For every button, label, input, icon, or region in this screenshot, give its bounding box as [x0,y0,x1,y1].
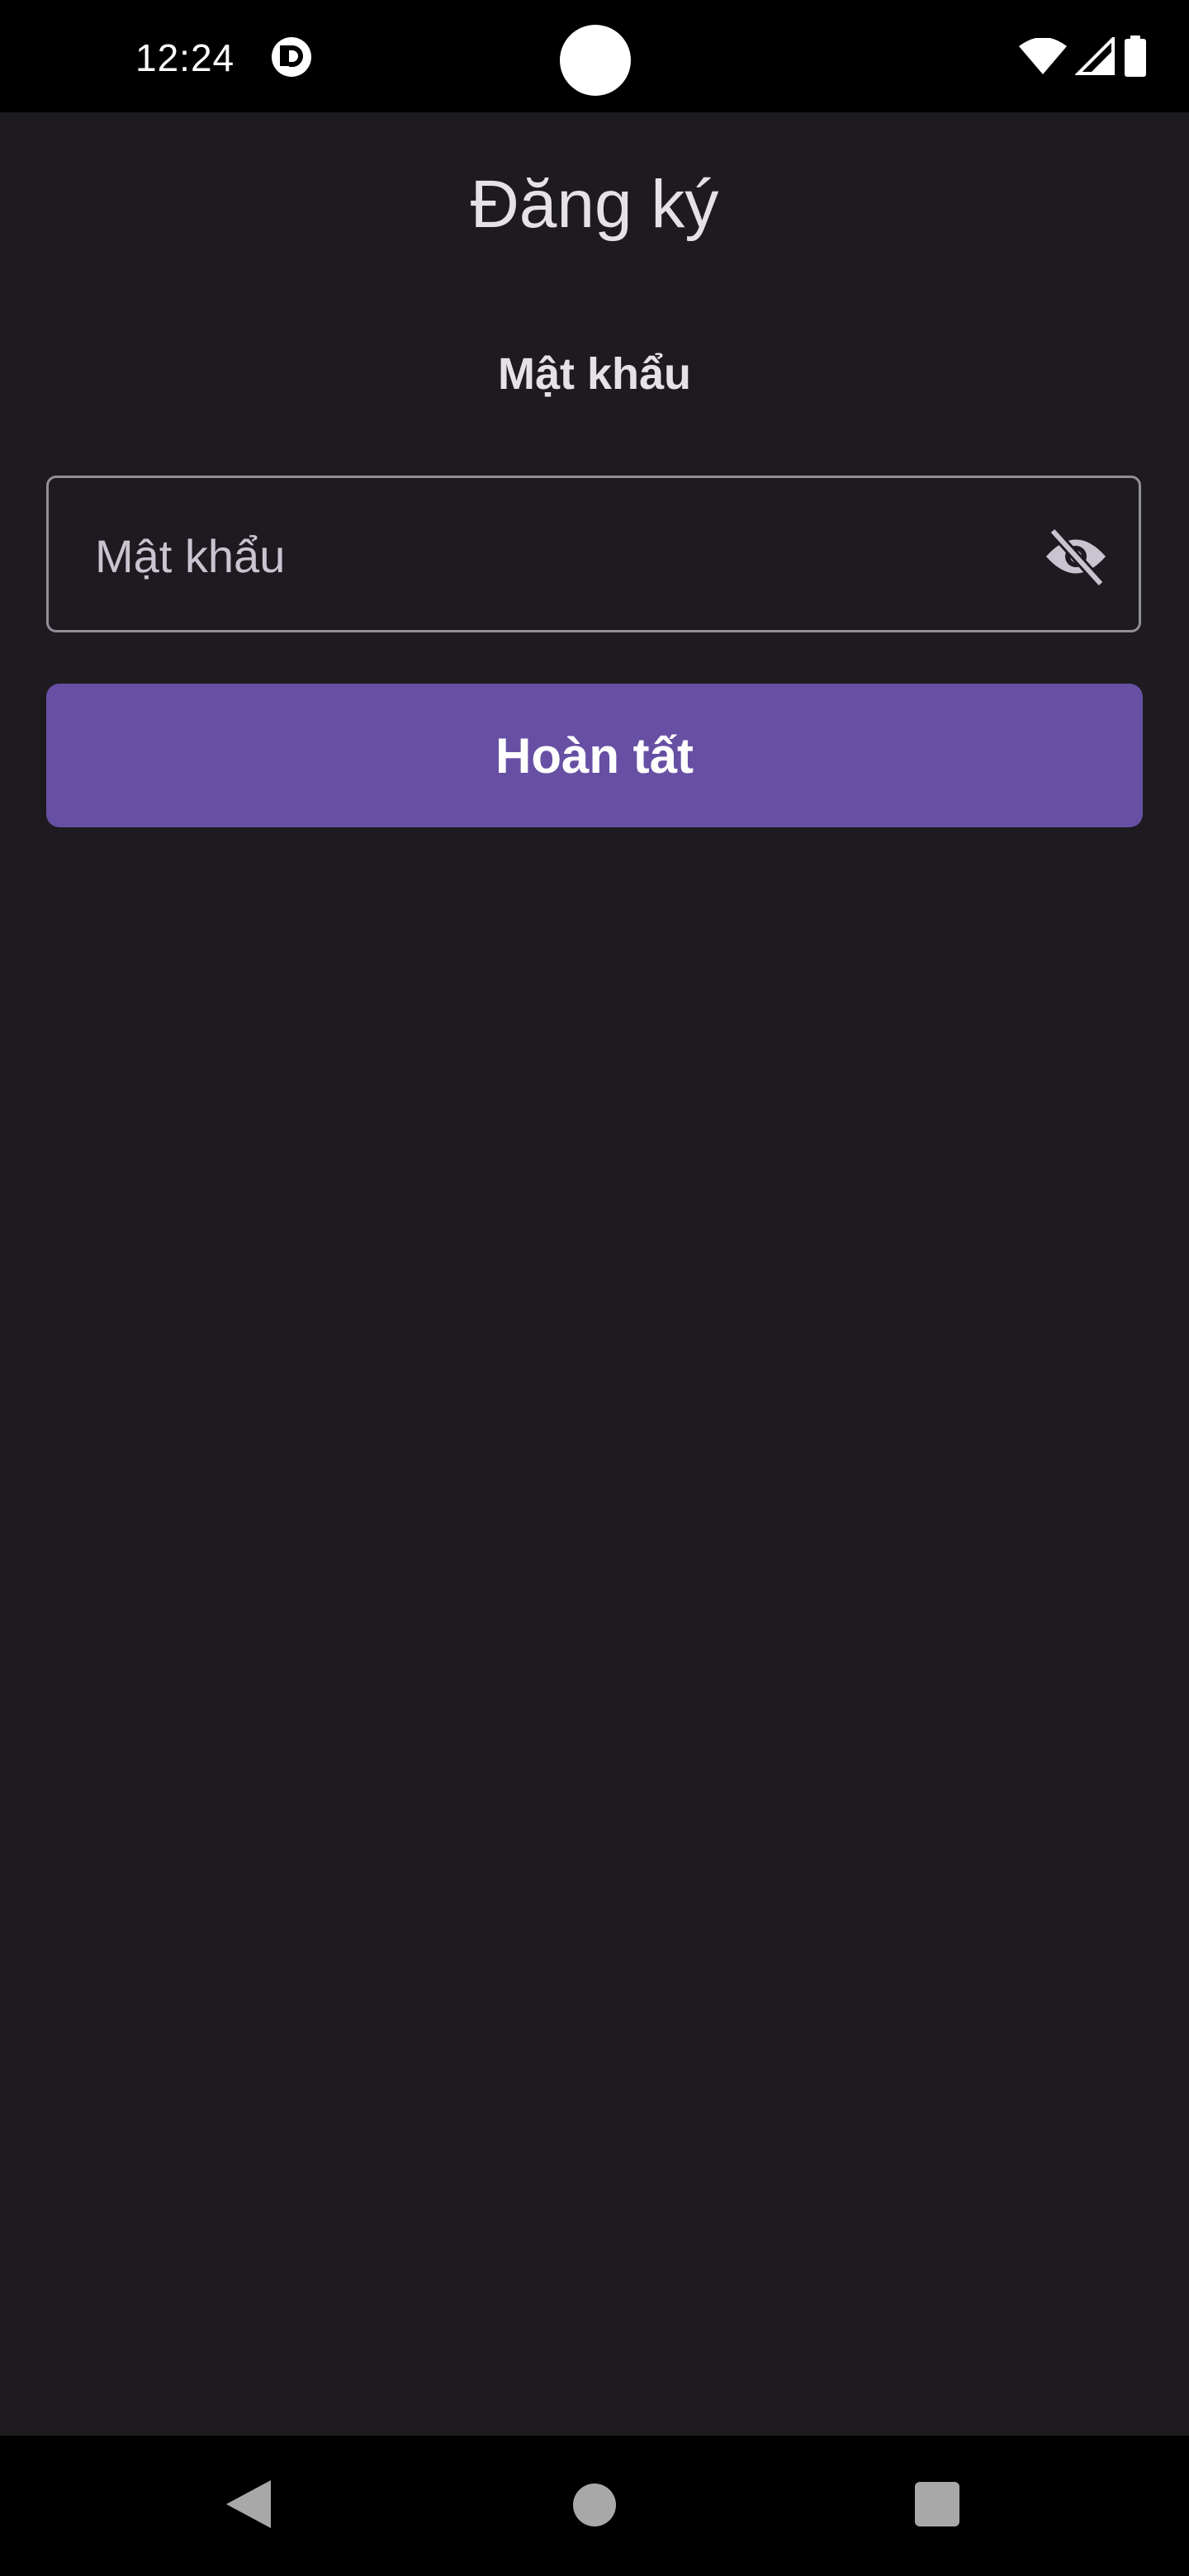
status-time: 12:24 [135,36,235,79]
app-screen: 12:24 Đăng ký Mật khẩu Mật khẩu Hoàn tất [0,0,1189,2576]
password-field[interactable]: Mật khẩu [46,476,1141,632]
password-placeholder: Mật khẩu [95,530,286,582]
recents-square-icon[interactable] [915,2482,959,2526]
navigation-bar [0,2436,1189,2576]
back-triangle-icon[interactable] [223,2477,272,2531]
password-section-label: Mật khẩu [497,349,692,399]
eye-off-icon[interactable] [1043,526,1109,587]
pocket-cast-icon [272,37,311,77]
complete-button[interactable]: Hoàn tất [46,684,1143,827]
camera-cutout [560,25,631,96]
home-circle-icon[interactable] [573,2484,616,2526]
wifi-icon [1019,38,1067,74]
status-icons [1019,35,1148,78]
page-title: Đăng ký [470,167,719,242]
status-bar: 12:24 [0,0,1189,112]
cell-signal-icon [1075,37,1115,75]
battery-icon [1125,36,1146,77]
